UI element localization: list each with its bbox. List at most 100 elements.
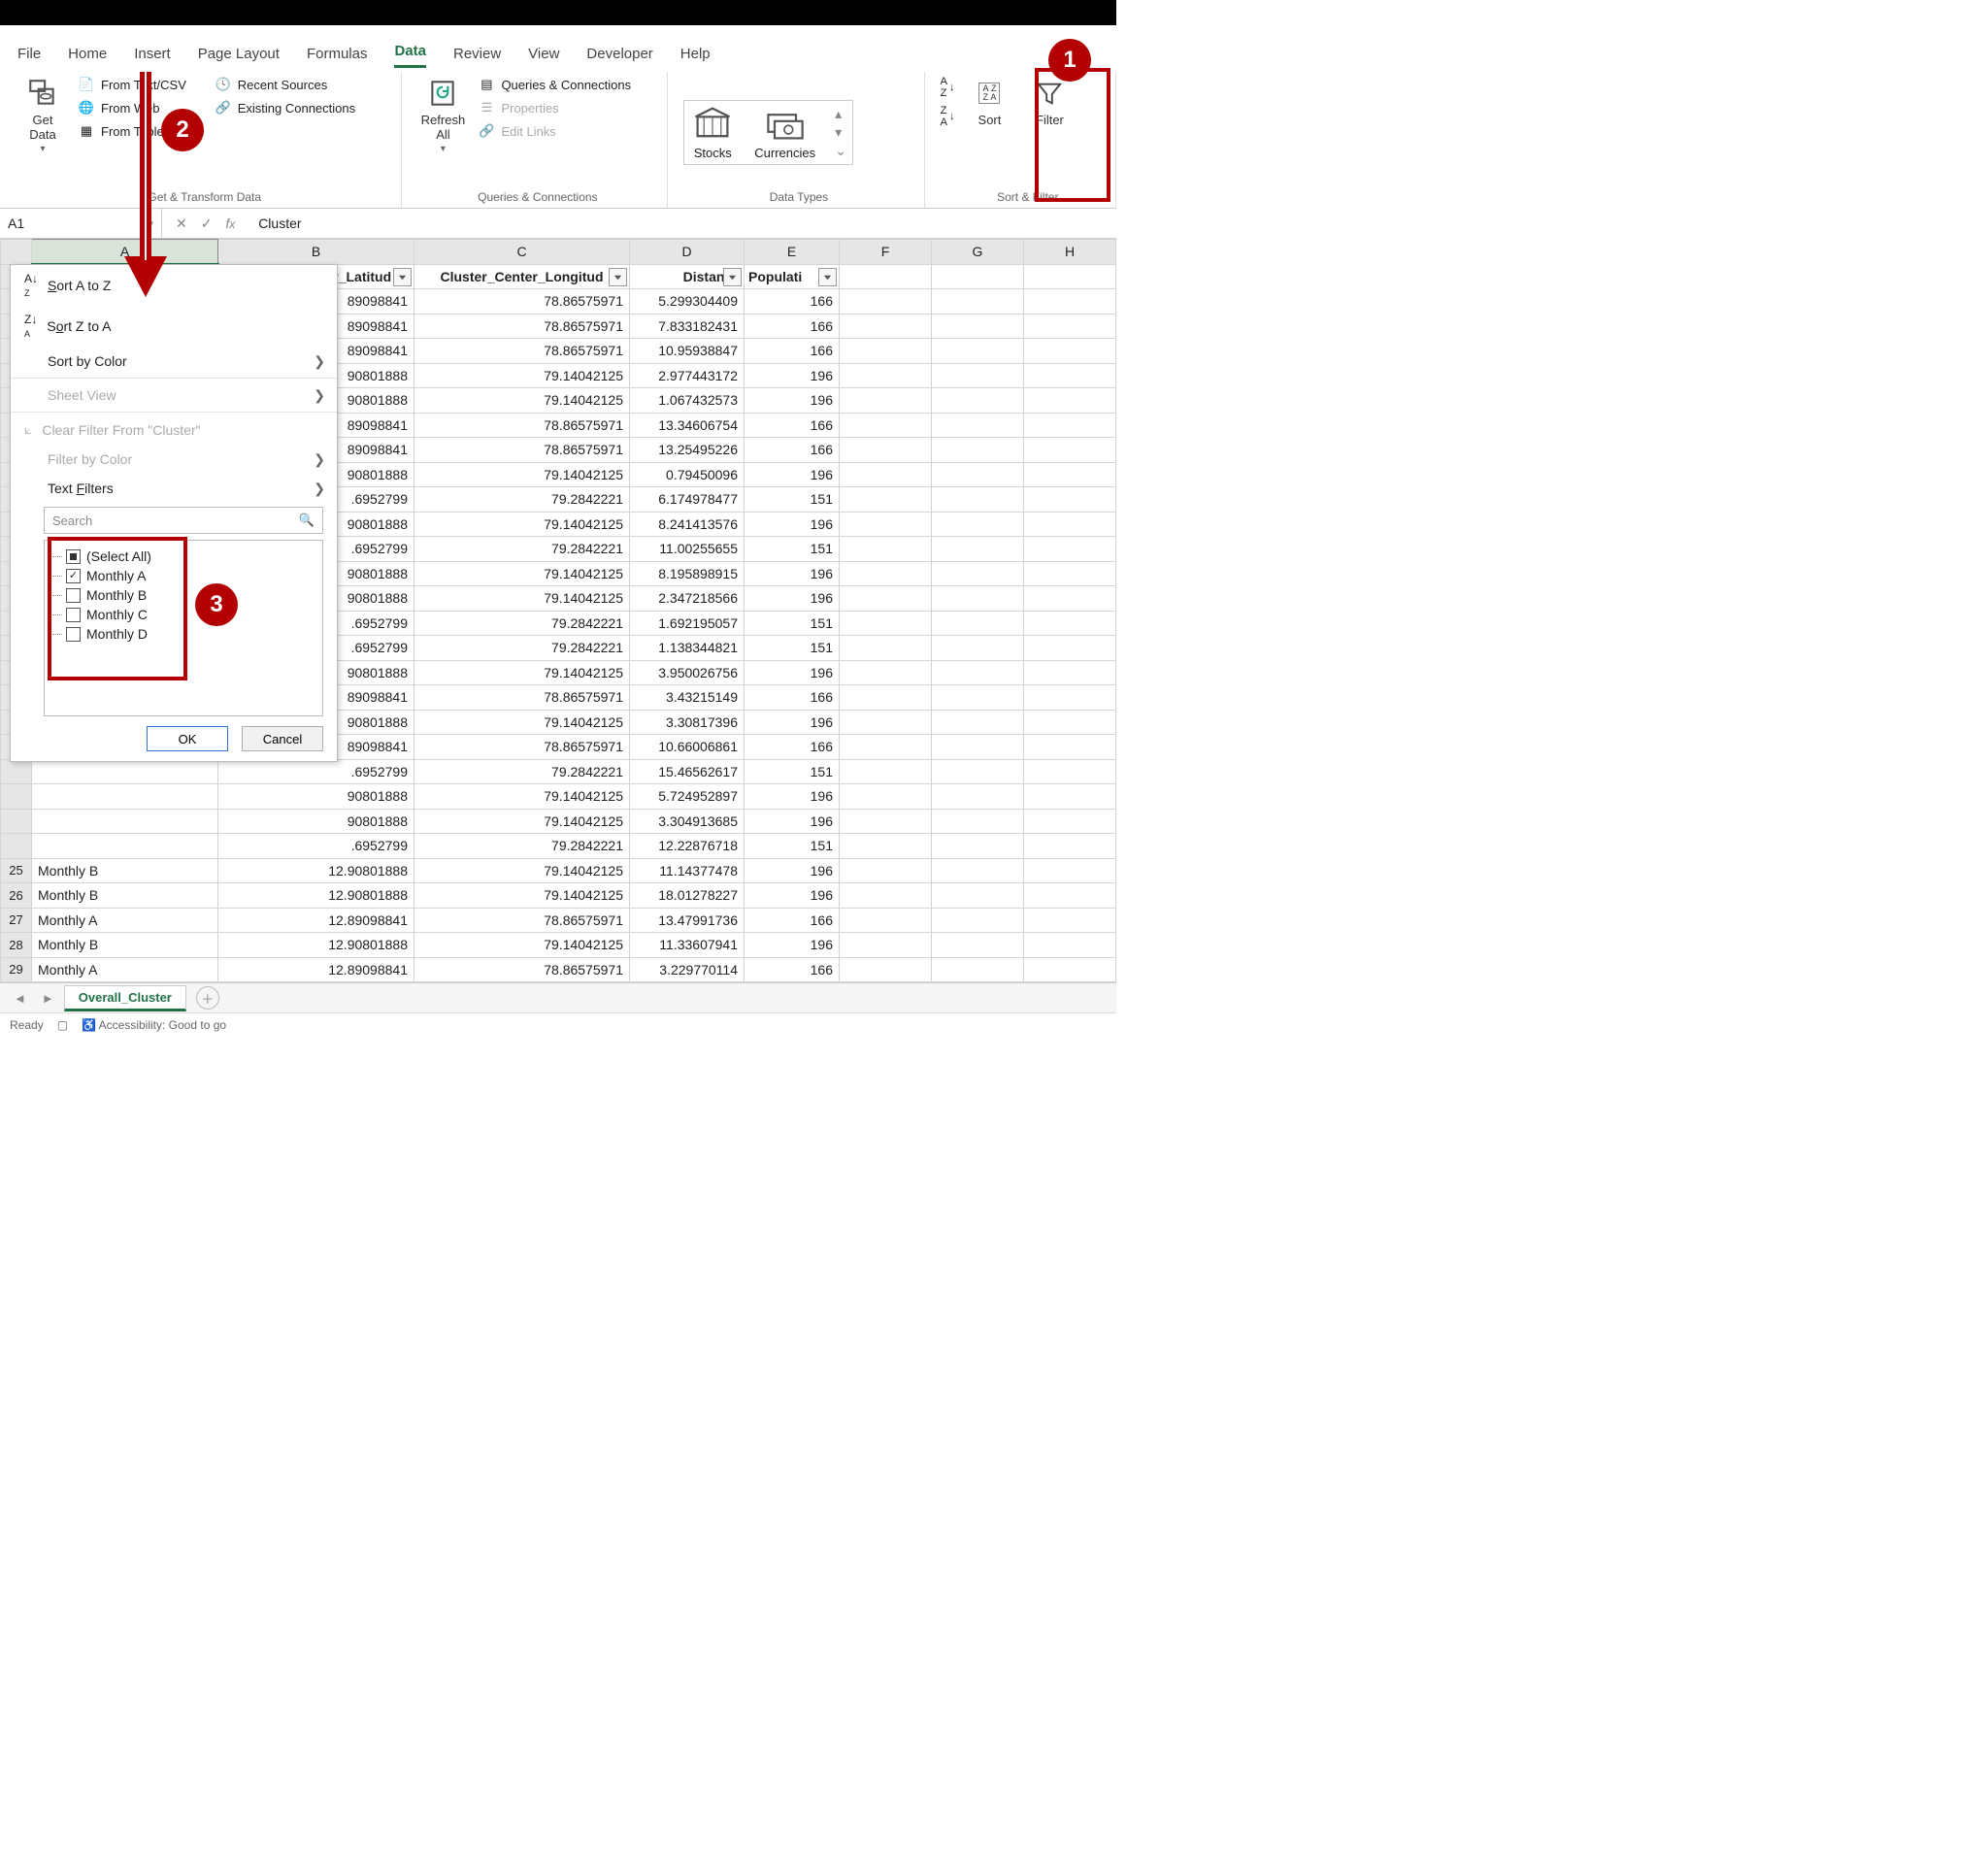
cell[interactable] bbox=[840, 388, 932, 414]
cell[interactable]: 166 bbox=[745, 413, 840, 438]
cell[interactable]: 78.86575971 bbox=[414, 957, 630, 982]
cell[interactable]: 3.43215149 bbox=[630, 685, 745, 711]
cell[interactable]: 196 bbox=[745, 512, 840, 537]
cell[interactable]: 151 bbox=[745, 636, 840, 661]
cell[interactable]: 79.2842221 bbox=[414, 759, 630, 784]
cell[interactable] bbox=[932, 388, 1024, 414]
cell[interactable] bbox=[932, 314, 1024, 339]
ribbon-tab-review[interactable]: Review bbox=[453, 46, 501, 68]
cell-D1[interactable]: Distance bbox=[630, 264, 745, 289]
cell-C1[interactable]: Cluster_Center_Longitud bbox=[414, 264, 630, 289]
filter-dropdown-button[interactable] bbox=[818, 268, 837, 286]
row-header[interactable] bbox=[1, 809, 32, 834]
cell[interactable] bbox=[932, 487, 1024, 513]
cell[interactable]: 196 bbox=[745, 388, 840, 414]
cell[interactable]: Monthly B bbox=[32, 858, 218, 883]
col-header-C[interactable]: C bbox=[414, 240, 630, 265]
cell[interactable] bbox=[1024, 883, 1116, 909]
cell[interactable]: 12.90801888 bbox=[218, 883, 414, 909]
ribbon-tab-data[interactable]: Data bbox=[394, 43, 426, 68]
cell[interactable]: 3.229770114 bbox=[630, 957, 745, 982]
ribbon-tab-developer[interactable]: Developer bbox=[586, 46, 652, 68]
cell[interactable]: 79.14042125 bbox=[414, 561, 630, 586]
cell[interactable]: 79.2842221 bbox=[414, 636, 630, 661]
cell[interactable] bbox=[1024, 388, 1116, 414]
cell[interactable]: 166 bbox=[745, 685, 840, 711]
cell[interactable]: 8.241413576 bbox=[630, 512, 745, 537]
cell[interactable]: .6952799 bbox=[218, 759, 414, 784]
filter-option[interactable]: Monthly B bbox=[52, 585, 315, 605]
refresh-all-button[interactable]: Refresh All ▾ bbox=[417, 76, 468, 154]
cell[interactable] bbox=[1024, 784, 1116, 810]
cell[interactable] bbox=[840, 759, 932, 784]
existing-connections-button[interactable]: 🔗Existing Connections bbox=[215, 99, 355, 116]
cell[interactable]: Monthly A bbox=[32, 957, 218, 982]
expand-icon[interactable]: ⌄ bbox=[835, 143, 846, 159]
cell[interactable]: 1.692195057 bbox=[630, 611, 745, 636]
cell[interactable] bbox=[932, 438, 1024, 463]
cell[interactable]: 11.00255655 bbox=[630, 537, 745, 562]
cell[interactable] bbox=[840, 933, 932, 958]
cell[interactable]: 79.14042125 bbox=[414, 809, 630, 834]
cell[interactable]: 196 bbox=[745, 858, 840, 883]
get-data-button[interactable]: Get Data ▾ bbox=[17, 76, 68, 154]
ribbon-tab-insert[interactable]: Insert bbox=[134, 46, 171, 68]
recent-sources-button[interactable]: 🕓Recent Sources bbox=[215, 76, 355, 93]
cell[interactable]: 15.46562617 bbox=[630, 759, 745, 784]
ribbon-tab-view[interactable]: View bbox=[528, 46, 559, 68]
cell[interactable]: 79.14042125 bbox=[414, 512, 630, 537]
cell[interactable] bbox=[932, 759, 1024, 784]
cell[interactable]: 79.14042125 bbox=[414, 933, 630, 958]
cell[interactable]: 79.2842221 bbox=[414, 611, 630, 636]
cell[interactable] bbox=[932, 611, 1024, 636]
cell[interactable]: 90801888 bbox=[218, 809, 414, 834]
cell[interactable] bbox=[932, 685, 1024, 711]
cell[interactable] bbox=[840, 413, 932, 438]
cell[interactable] bbox=[932, 660, 1024, 685]
row-header[interactable] bbox=[1, 759, 32, 784]
cell[interactable] bbox=[1024, 933, 1116, 958]
cell[interactable] bbox=[1024, 685, 1116, 711]
enter-icon[interactable]: ✓ bbox=[201, 215, 213, 232]
cell[interactable] bbox=[840, 908, 932, 933]
ribbon-tab-page-layout[interactable]: Page Layout bbox=[198, 46, 280, 68]
cell[interactable]: 166 bbox=[745, 908, 840, 933]
cell[interactable]: 166 bbox=[745, 289, 840, 315]
cell[interactable] bbox=[1024, 413, 1116, 438]
cell[interactable]: 3.950026756 bbox=[630, 660, 745, 685]
cell[interactable] bbox=[1024, 710, 1116, 735]
sheet-tab-active[interactable]: Overall_Cluster bbox=[64, 985, 186, 1011]
cell[interactable] bbox=[1024, 363, 1116, 388]
cell[interactable]: Monthly B bbox=[32, 933, 218, 958]
cell[interactable] bbox=[32, 834, 218, 859]
fx-icon[interactable]: fx bbox=[225, 215, 235, 231]
cancel-button[interactable]: Cancel bbox=[242, 726, 323, 751]
cell[interactable] bbox=[932, 561, 1024, 586]
queries-button[interactable]: ▤Queries & Connections bbox=[478, 76, 631, 93]
cell[interactable]: 166 bbox=[745, 957, 840, 982]
cell[interactable]: 79.14042125 bbox=[414, 858, 630, 883]
filter-button[interactable]: Filter bbox=[1024, 76, 1075, 127]
cell[interactable] bbox=[1024, 339, 1116, 364]
text-filters[interactable]: Text Filters❯ bbox=[11, 474, 337, 503]
ribbon-tab-file[interactable]: File bbox=[17, 46, 41, 68]
tab-nav-next[interactable]: ► bbox=[36, 991, 60, 1006]
filter-option[interactable]: (Select All) bbox=[52, 547, 315, 566]
cell[interactable]: 196 bbox=[745, 883, 840, 909]
cell[interactable]: 1.138344821 bbox=[630, 636, 745, 661]
cell[interactable]: 11.33607941 bbox=[630, 933, 745, 958]
row-header[interactable]: 27 bbox=[1, 908, 32, 933]
cell[interactable]: 7.833182431 bbox=[630, 314, 745, 339]
cell[interactable]: 2.977443172 bbox=[630, 363, 745, 388]
cell[interactable]: 196 bbox=[745, 710, 840, 735]
cell[interactable] bbox=[1024, 487, 1116, 513]
cell[interactable]: 79.14042125 bbox=[414, 388, 630, 414]
cell[interactable]: .6952799 bbox=[218, 834, 414, 859]
cell[interactable]: Monthly A bbox=[32, 908, 218, 933]
cell[interactable] bbox=[840, 561, 932, 586]
sort-by-color[interactable]: Sort by Color❯ bbox=[11, 347, 337, 376]
cell[interactable] bbox=[932, 363, 1024, 388]
cell[interactable] bbox=[840, 339, 932, 364]
cell[interactable]: 196 bbox=[745, 809, 840, 834]
cell[interactable] bbox=[932, 586, 1024, 612]
